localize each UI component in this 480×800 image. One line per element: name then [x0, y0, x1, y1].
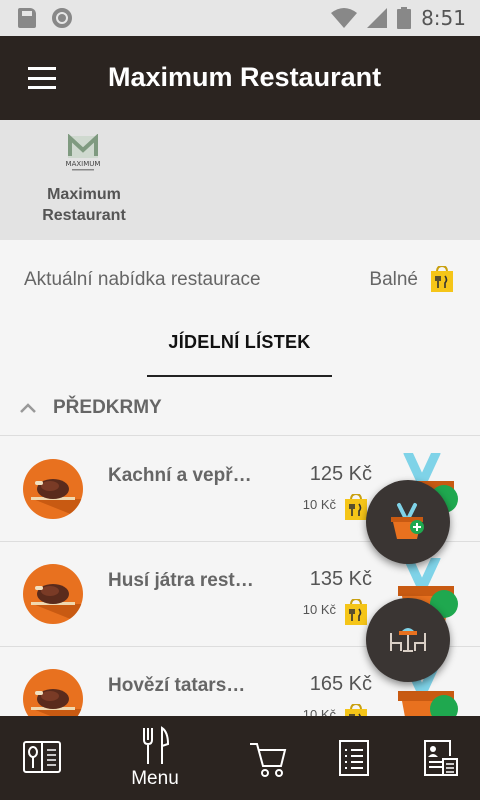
- packing-price: 10 Kč: [302, 497, 336, 512]
- category-title: PŘEDKRMY: [53, 397, 162, 418]
- basket-fab[interactable]: [366, 480, 450, 564]
- signal-icon: [367, 8, 388, 28]
- status-bar: 8:51: [0, 0, 480, 36]
- wifi-icon: [331, 8, 358, 28]
- nav-menu-book[interactable]: [7, 716, 77, 800]
- dish-price: 125 Kč: [309, 463, 372, 485]
- restaurant-logo: MAXIMUM: [64, 133, 108, 174]
- profile-list-icon: [424, 740, 458, 776]
- roast-dish-icon: [23, 459, 83, 519]
- app-title: Maximum Restaurant: [108, 62, 382, 92]
- menu-book-icon: [23, 741, 61, 773]
- list-icon: [339, 740, 369, 776]
- hamburger-icon[interactable]: [28, 67, 56, 89]
- offer-row: Aktuální nabídka restaurace Balné: [0, 240, 480, 320]
- tab-label: JÍDELNÍ LÍSTEK: [168, 332, 311, 352]
- table-reservation-icon: [390, 628, 426, 652]
- nav-menu[interactable]: Menu: [120, 716, 190, 800]
- reservation-fab[interactable]: [366, 598, 450, 682]
- add-to-basket-icon: [391, 503, 424, 539]
- packing-label: Balné: [369, 269, 418, 290]
- restaurant-header: MAXIMUM Maximum Restaurant: [0, 120, 480, 240]
- restaurant-name: Maximum Restaurant: [42, 186, 126, 224]
- category-header[interactable]: PŘEDKRMY: [0, 380, 480, 436]
- cart-icon: [250, 743, 287, 777]
- battery-icon: [397, 7, 412, 29]
- nav-profile[interactable]: [406, 716, 476, 800]
- dish-price: 165 Kč: [309, 673, 372, 695]
- dish-name: Kachní a vepř…: [108, 465, 252, 486]
- sd-card-icon: [18, 8, 36, 28]
- nav-label: Menu: [131, 768, 179, 789]
- shopping-bag-icon: [344, 492, 368, 525]
- app-bar: Maximum Restaurant: [0, 36, 480, 120]
- record-icon: [52, 8, 72, 28]
- svg-text:MAXIMUM: MAXIMUM: [66, 160, 101, 168]
- shopping-bag-icon: [344, 597, 368, 630]
- offer-text: Aktuální nabídka restaurace: [24, 269, 261, 290]
- packing-price: 10 Kč: [302, 602, 336, 617]
- fork-knife-icon: [143, 726, 170, 764]
- nav-cart[interactable]: [233, 716, 303, 800]
- dish-name: Husí játra rest…: [108, 570, 254, 591]
- dish-name: Hovězí tatars…: [108, 675, 246, 696]
- clock: 8:51: [421, 6, 466, 30]
- shopping-bag-icon: [430, 264, 454, 297]
- tab-jidelni-listek[interactable]: JÍDELNÍ LÍSTEK: [147, 320, 332, 377]
- roast-dish-icon: [23, 564, 83, 624]
- dish-price: 135 Kč: [309, 568, 372, 590]
- nav-orders[interactable]: [319, 716, 389, 800]
- bottom-nav: Menu: [0, 716, 480, 800]
- chevron-up-icon: [20, 403, 36, 413]
